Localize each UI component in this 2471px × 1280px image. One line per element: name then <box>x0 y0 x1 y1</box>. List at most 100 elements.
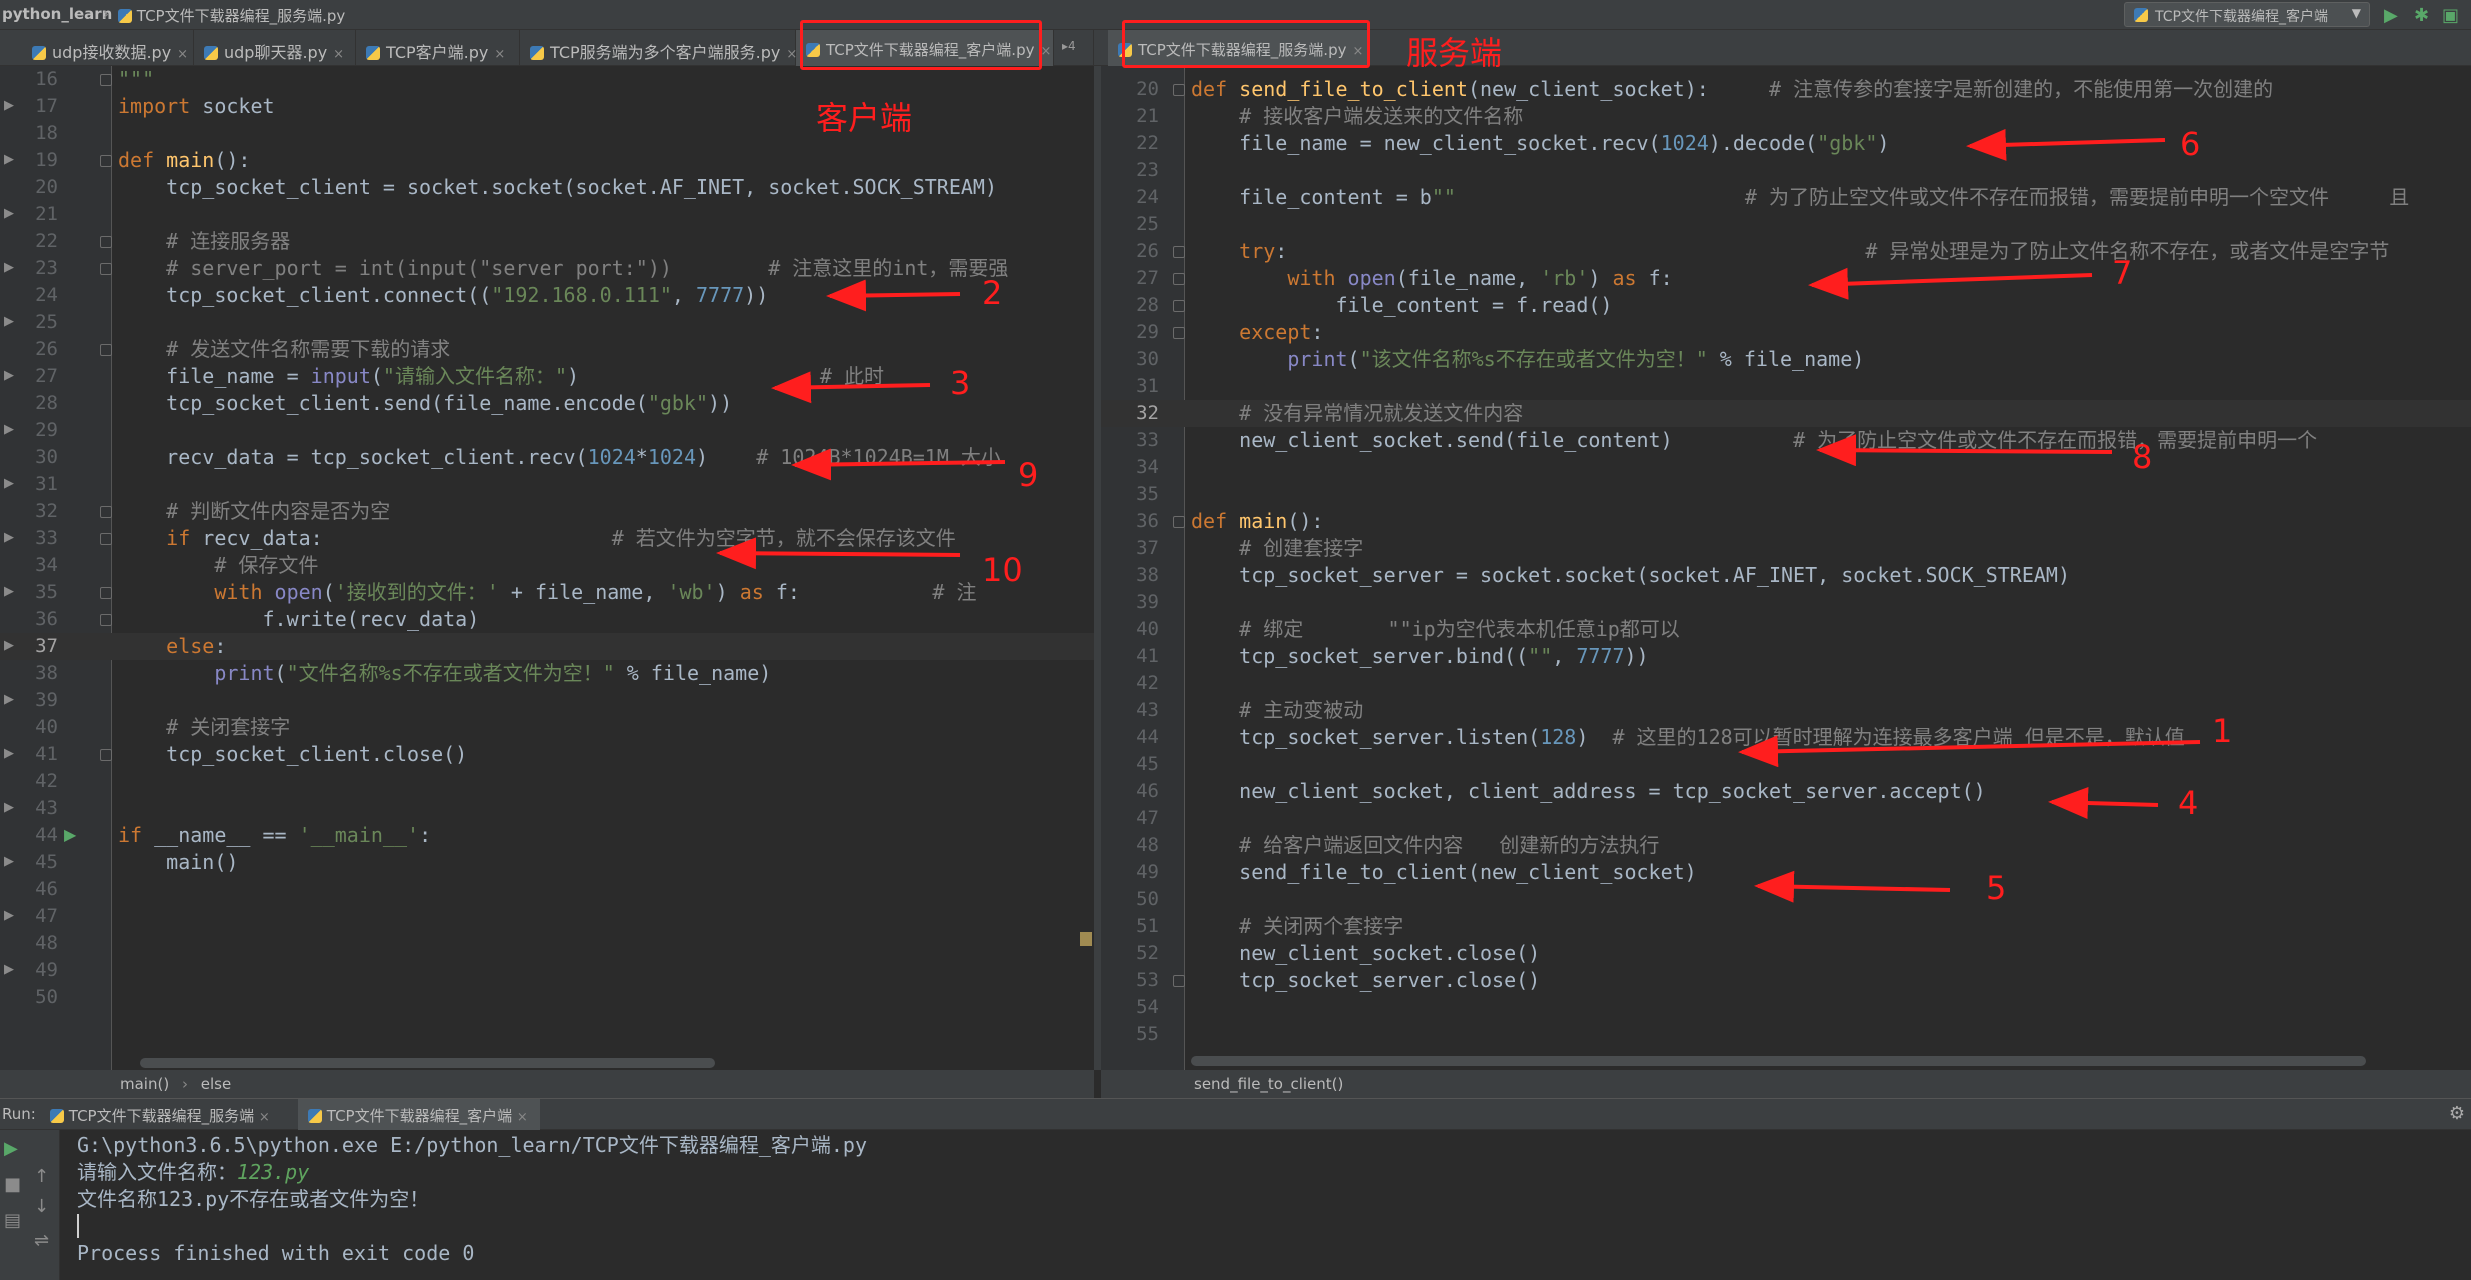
code-line[interactable]: if __name__ == '__main__': <box>118 822 431 849</box>
code-line[interactable]: file_name = new_client_socket.recv(1024)… <box>1191 130 1889 157</box>
gutter-marker-icon[interactable]: ▶ <box>4 476 14 491</box>
fold-icon[interactable] <box>100 587 112 599</box>
code-line[interactable]: tcp_socket_client.connect(("192.168.0.11… <box>118 282 768 309</box>
tab-tcp-multi-server[interactable]: TCP服务端为多个客户端服务.py × <box>520 30 797 66</box>
code-line[interactable]: # 关闭两个套接字 <box>1191 913 1403 940</box>
fold-icon[interactable] <box>1173 246 1185 258</box>
code-line[interactable]: file_content = f.read() <box>1191 292 1612 319</box>
fold-icon[interactable] <box>1173 975 1185 987</box>
close-icon[interactable]: × <box>1040 44 1051 59</box>
code-line[interactable]: send_file_to_client(new_client_socket) <box>1191 859 1697 886</box>
fold-icon[interactable] <box>100 263 112 275</box>
scroll-marker[interactable] <box>1080 932 1092 946</box>
close-icon[interactable]: × <box>517 1110 528 1125</box>
stop-icon[interactable]: ■ <box>4 1174 21 1195</box>
code-line[interactable]: # 主动变被动 <box>1191 697 1363 724</box>
code-line[interactable]: # 给客户端返回文件内容 创建新的方法执行 <box>1191 832 1659 859</box>
run-icon[interactable]: ▶ <box>2384 5 2398 26</box>
code-line[interactable]: # server_port = int(input("server port:"… <box>118 255 1008 282</box>
server-editor[interactable]: 20 def send_file_to_client(new_client_soc… <box>1101 66 2471 1070</box>
tab-udp-chat[interactable]: udp聊天器.py × <box>194 30 356 66</box>
fold-icon[interactable] <box>100 533 112 545</box>
rerun-icon[interactable]: ▶ <box>4 1138 18 1159</box>
run-config-dropdown[interactable]: TCP文件下载器编程_客户端 ▼ <box>2124 2 2370 27</box>
code-line[interactable]: # 保存文件 <box>118 552 318 579</box>
coverage-icon[interactable]: ▣ <box>2442 5 2459 26</box>
tab-overflow-button[interactable]: ▸4 <box>1058 30 1094 66</box>
code-line[interactable]: except: <box>1191 319 1323 346</box>
code-line[interactable]: def send_file_to_client(new_client_socke… <box>1191 76 2273 103</box>
gutter-marker-icon[interactable]: ▶ <box>4 422 14 437</box>
gutter-marker-icon[interactable]: ▶ <box>4 908 14 923</box>
code-line[interactable]: import socket <box>118 93 275 120</box>
gutter-marker-icon[interactable]: ▶ <box>4 746 14 761</box>
project-breadcrumb[interactable]: python_learn <box>2 5 112 23</box>
soft-wrap-icon[interactable]: ⇌ <box>34 1230 49 1251</box>
code-line[interactable]: # 连接服务器 <box>118 228 290 255</box>
code-line[interactable]: tcp_socket_server.close() <box>1191 967 1540 994</box>
gear-icon[interactable]: ⚙ <box>2449 1103 2465 1124</box>
code-line[interactable]: new_client_socket.close() <box>1191 940 1540 967</box>
fold-icon[interactable] <box>100 236 112 248</box>
code-line[interactable]: else: <box>118 633 226 660</box>
close-icon[interactable]: × <box>333 47 344 62</box>
gutter-marker-icon[interactable]: ▶ <box>4 800 14 815</box>
layout-icon[interactable]: ▤ <box>4 1210 21 1231</box>
gutter-marker-icon[interactable]: ▶ <box>4 584 14 599</box>
fold-icon[interactable] <box>1173 300 1185 312</box>
horizontal-scrollbar[interactable] <box>1191 1056 2366 1066</box>
code-line[interactable]: with open('接收到的文件：' + file_name, 'wb') a… <box>118 579 976 606</box>
code-line[interactable]: tcp_socket_server.listen(128) # 这里的128可以… <box>1191 724 2185 751</box>
code-line[interactable]: def main(): <box>1191 508 1323 535</box>
crumb-else[interactable]: else <box>201 1075 231 1093</box>
code-line[interactable]: with open(file_name, 'rb') as f: <box>1191 265 1672 292</box>
run-tab-client[interactable]: TCP文件下载器编程_客户端 × <box>298 1099 540 1130</box>
code-line[interactable]: # 发送文件名称需要下载的请求 <box>118 336 450 363</box>
gutter-marker-icon[interactable]: ▶ <box>4 98 14 113</box>
tab-tcp-client[interactable]: TCP客户端.py × <box>356 30 520 66</box>
code-line[interactable]: file_name = input("请输入文件名称：") # 此时 <box>118 363 884 390</box>
fold-icon[interactable] <box>1173 84 1185 96</box>
close-icon[interactable]: × <box>259 1110 270 1125</box>
fold-icon[interactable] <box>100 155 112 167</box>
fold-icon[interactable] <box>100 506 112 518</box>
fold-icon[interactable] <box>100 614 112 626</box>
code-line[interactable]: print("该文件名称%s不存在或者文件为空！" % file_name) <box>1191 346 1864 373</box>
fold-icon[interactable] <box>100 749 112 761</box>
code-line[interactable]: recv_data = tcp_socket_client.recv(1024*… <box>118 444 1001 471</box>
code-line[interactable]: file_content = b"" # 为了防止空文件或文件不存在而报错，需要… <box>1191 184 2409 211</box>
code-line[interactable]: print("文件名称%s不存在或者文件为空！" % file_name) <box>118 660 771 687</box>
gutter-marker-icon[interactable]: ▶ <box>4 206 14 221</box>
code-line[interactable]: tcp_socket_client = socket.socket(socket… <box>118 174 997 201</box>
tab-udp-receive[interactable]: udp接收数据.py × <box>22 30 194 66</box>
gutter-marker-icon[interactable]: ▶ <box>4 638 14 653</box>
code-line[interactable]: def main(): <box>118 147 250 174</box>
gutter-marker-icon[interactable]: ▶ <box>4 368 14 383</box>
code-line[interactable]: # 关闭套接字 <box>118 714 290 741</box>
code-line[interactable]: try: # 异常处理是为了防止文件名称不存在，或者文件是空字节 <box>1191 238 2389 265</box>
code-line[interactable]: main() <box>118 849 238 876</box>
editor-splitter[interactable] <box>1094 66 1101 1070</box>
gutter-marker-icon[interactable]: ▶ <box>4 530 14 545</box>
code-line[interactable]: # 判断文件内容是否为空 <box>118 498 390 525</box>
code-line[interactable]: tcp_socket_client.close() <box>118 741 467 768</box>
gutter-marker-icon[interactable]: ▶ <box>4 962 14 977</box>
run-console[interactable]: ▶ ↑ ■ ↓ ▤ ⇌ G:\python3.6.5\python.exe E:… <box>0 1130 2471 1280</box>
code-line[interactable]: if recv_data: # 若文件为空字节，就不会保存该文件 <box>118 525 956 552</box>
fold-icon[interactable] <box>1173 516 1185 528</box>
fold-icon[interactable] <box>100 74 112 86</box>
code-line[interactable]: tcp_socket_server.bind(("", 7777)) <box>1191 643 1648 670</box>
horizontal-scrollbar[interactable] <box>140 1058 715 1068</box>
crumb-main[interactable]: main() <box>120 1075 169 1093</box>
gutter-marker-icon[interactable]: ▶ <box>4 314 14 329</box>
close-icon[interactable]: × <box>177 47 188 62</box>
scroll-down-icon[interactable]: ↓ <box>34 1196 49 1217</box>
gutter-marker-icon[interactable]: ▶ <box>4 854 14 869</box>
gutter-marker-icon[interactable]: ▶ <box>4 152 14 167</box>
scroll-up-icon[interactable]: ↑ <box>34 1166 49 1187</box>
code-line[interactable]: # 绑定 ""ip为空代表本机任意ip都可以 <box>1191 616 1680 643</box>
code-line[interactable]: # 没有异常情况就发送文件内容 <box>1191 400 1523 427</box>
code-line[interactable]: new_client_socket, client_address = tcp_… <box>1191 778 1986 805</box>
code-line[interactable]: tcp_socket_server = socket.socket(socket… <box>1191 562 2070 589</box>
code-line[interactable]: f.write(recv_data) <box>118 606 479 633</box>
